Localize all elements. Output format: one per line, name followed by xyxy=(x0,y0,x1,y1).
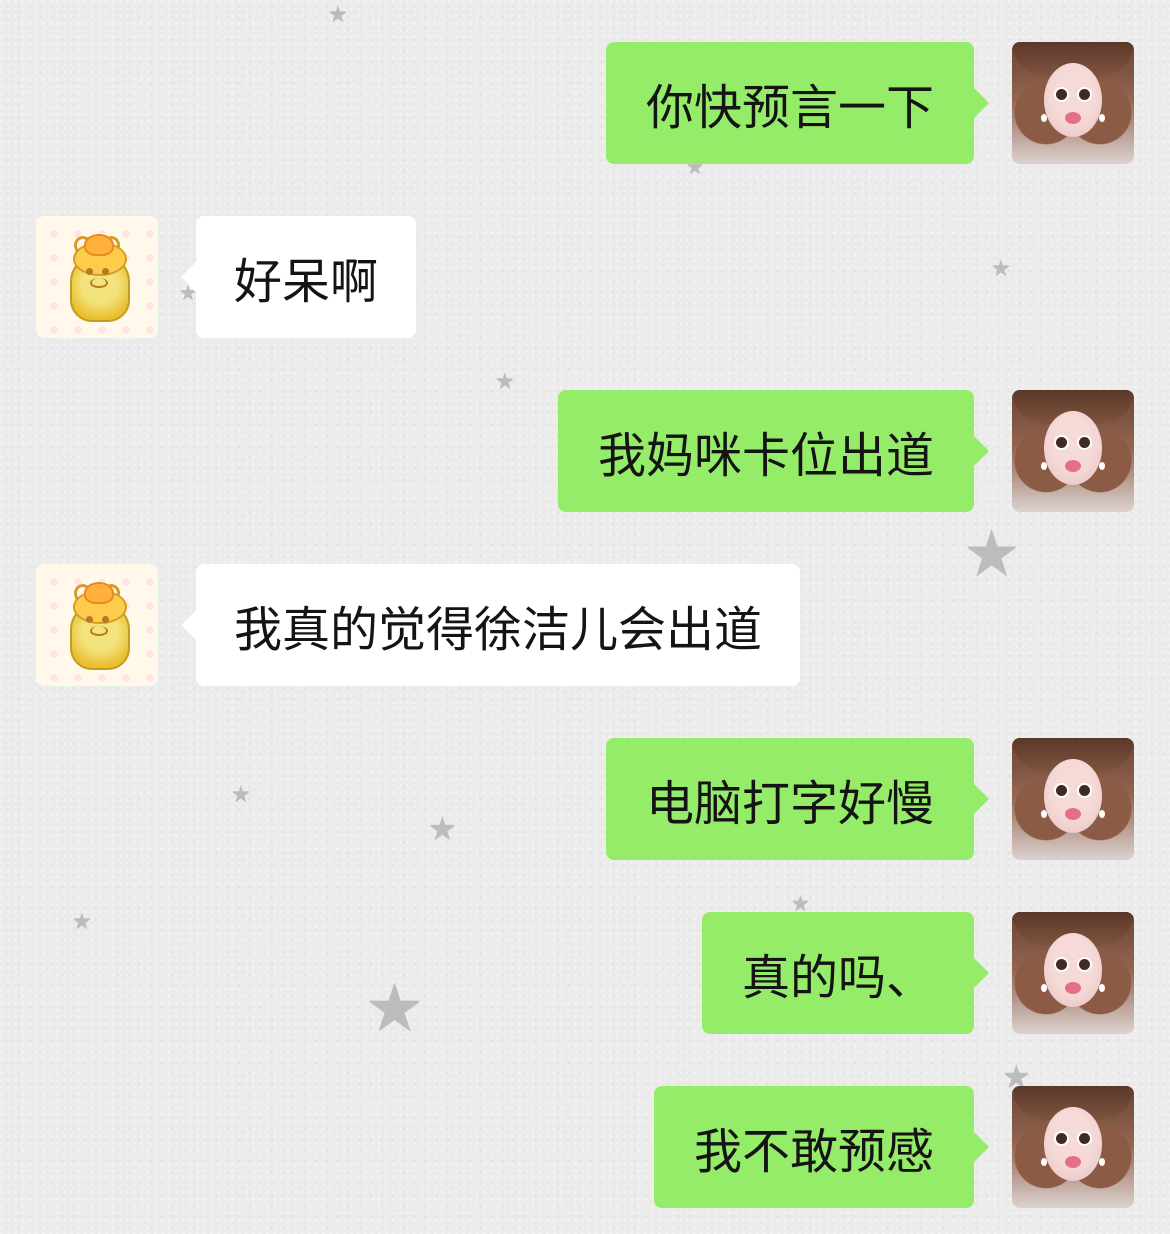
eye-icon xyxy=(1079,1133,1090,1144)
bear-avatar-icon[interactable] xyxy=(36,216,158,338)
message-row: 电脑打字好慢 xyxy=(0,738,1170,862)
earring-icon xyxy=(1099,984,1105,992)
eye-icon xyxy=(1056,89,1067,100)
earring-icon xyxy=(1099,810,1105,818)
message-text: 好呆啊 xyxy=(234,254,379,310)
earring-icon xyxy=(1041,462,1047,470)
message-bubble[interactable]: 我真的觉得徐洁儿会出道 xyxy=(181,564,801,686)
mouth-icon xyxy=(1065,808,1081,820)
earring-icon xyxy=(1041,1158,1047,1166)
earring-icon xyxy=(1099,1158,1105,1166)
message-text: 你快预言一下 xyxy=(645,80,934,136)
eye-icon xyxy=(1079,89,1090,100)
portrait-avatar-icon[interactable] xyxy=(1012,390,1134,512)
eye-icon xyxy=(102,268,109,275)
message-row: 我真的觉得徐洁儿会出道 xyxy=(0,564,1170,688)
mouth-icon xyxy=(1065,460,1081,472)
bubble-tail xyxy=(181,610,196,640)
portrait-avatar-icon[interactable] xyxy=(1012,1086,1134,1208)
earring-icon xyxy=(1041,114,1047,122)
bear-avatar-icon[interactable] xyxy=(36,564,158,686)
message-text: 我真的觉得徐洁儿会出道 xyxy=(234,602,763,658)
message-text: 我不敢预感 xyxy=(693,1124,934,1180)
earring-icon xyxy=(1041,984,1047,992)
bear-crown-icon xyxy=(84,582,114,604)
eye-icon xyxy=(86,268,93,275)
face-shape xyxy=(1044,411,1102,485)
earring-icon xyxy=(1099,114,1105,122)
earring-icon xyxy=(1041,810,1047,818)
bubble-tail xyxy=(974,436,989,466)
message-row: 你快预言一下 xyxy=(0,42,1170,166)
bubble-tail xyxy=(974,1132,989,1162)
message-row: 好呆啊 xyxy=(0,216,1170,340)
eye-icon xyxy=(1079,959,1090,970)
message-row: 真的吗、 xyxy=(0,912,1170,1036)
message-row: 我妈咪卡位出道 xyxy=(0,390,1170,514)
eye-icon xyxy=(86,616,93,623)
nose-icon xyxy=(90,626,108,636)
message-bubble[interactable]: 真的吗、 xyxy=(701,912,989,1034)
bubble-tail xyxy=(181,262,196,292)
message-bubble[interactable]: 电脑打字好慢 xyxy=(605,738,989,860)
eye-icon xyxy=(1079,437,1090,448)
bubble-tail xyxy=(974,784,989,814)
message-text: 电脑打字好慢 xyxy=(645,776,934,832)
face-shape xyxy=(1044,759,1102,833)
mouth-icon xyxy=(1065,112,1081,124)
message-bubble[interactable]: 你快预言一下 xyxy=(605,42,989,164)
face-shape xyxy=(1044,63,1102,137)
bubble-tail xyxy=(974,958,989,988)
message-row: 我不敢预感 xyxy=(0,1086,1170,1210)
portrait-avatar-icon[interactable] xyxy=(1012,42,1134,164)
eye-icon xyxy=(102,616,109,623)
bear-crown-icon xyxy=(84,234,114,256)
mouth-icon xyxy=(1065,982,1081,994)
face-shape xyxy=(1044,1107,1102,1181)
portrait-avatar-icon[interactable] xyxy=(1012,912,1134,1034)
mouth-icon xyxy=(1065,1156,1081,1168)
eye-icon xyxy=(1056,437,1067,448)
star-icon: ★ xyxy=(328,2,348,27)
face-shape xyxy=(1044,933,1102,1007)
bubble-tail xyxy=(974,88,989,118)
star-icon: ★ xyxy=(791,891,810,915)
eye-icon xyxy=(1056,1133,1067,1144)
eye-icon xyxy=(1079,785,1090,796)
nose-icon xyxy=(90,278,108,288)
eye-icon xyxy=(1056,785,1067,796)
message-text: 我妈咪卡位出道 xyxy=(597,428,934,484)
eye-icon xyxy=(1056,959,1067,970)
message-bubble[interactable]: 好呆啊 xyxy=(181,216,417,338)
message-text: 真的吗、 xyxy=(741,950,934,1006)
portrait-avatar-icon[interactable] xyxy=(1012,738,1134,860)
message-bubble[interactable]: 我不敢预感 xyxy=(653,1086,989,1208)
message-bubble[interactable]: 我妈咪卡位出道 xyxy=(557,390,989,512)
earring-icon xyxy=(1099,462,1105,470)
